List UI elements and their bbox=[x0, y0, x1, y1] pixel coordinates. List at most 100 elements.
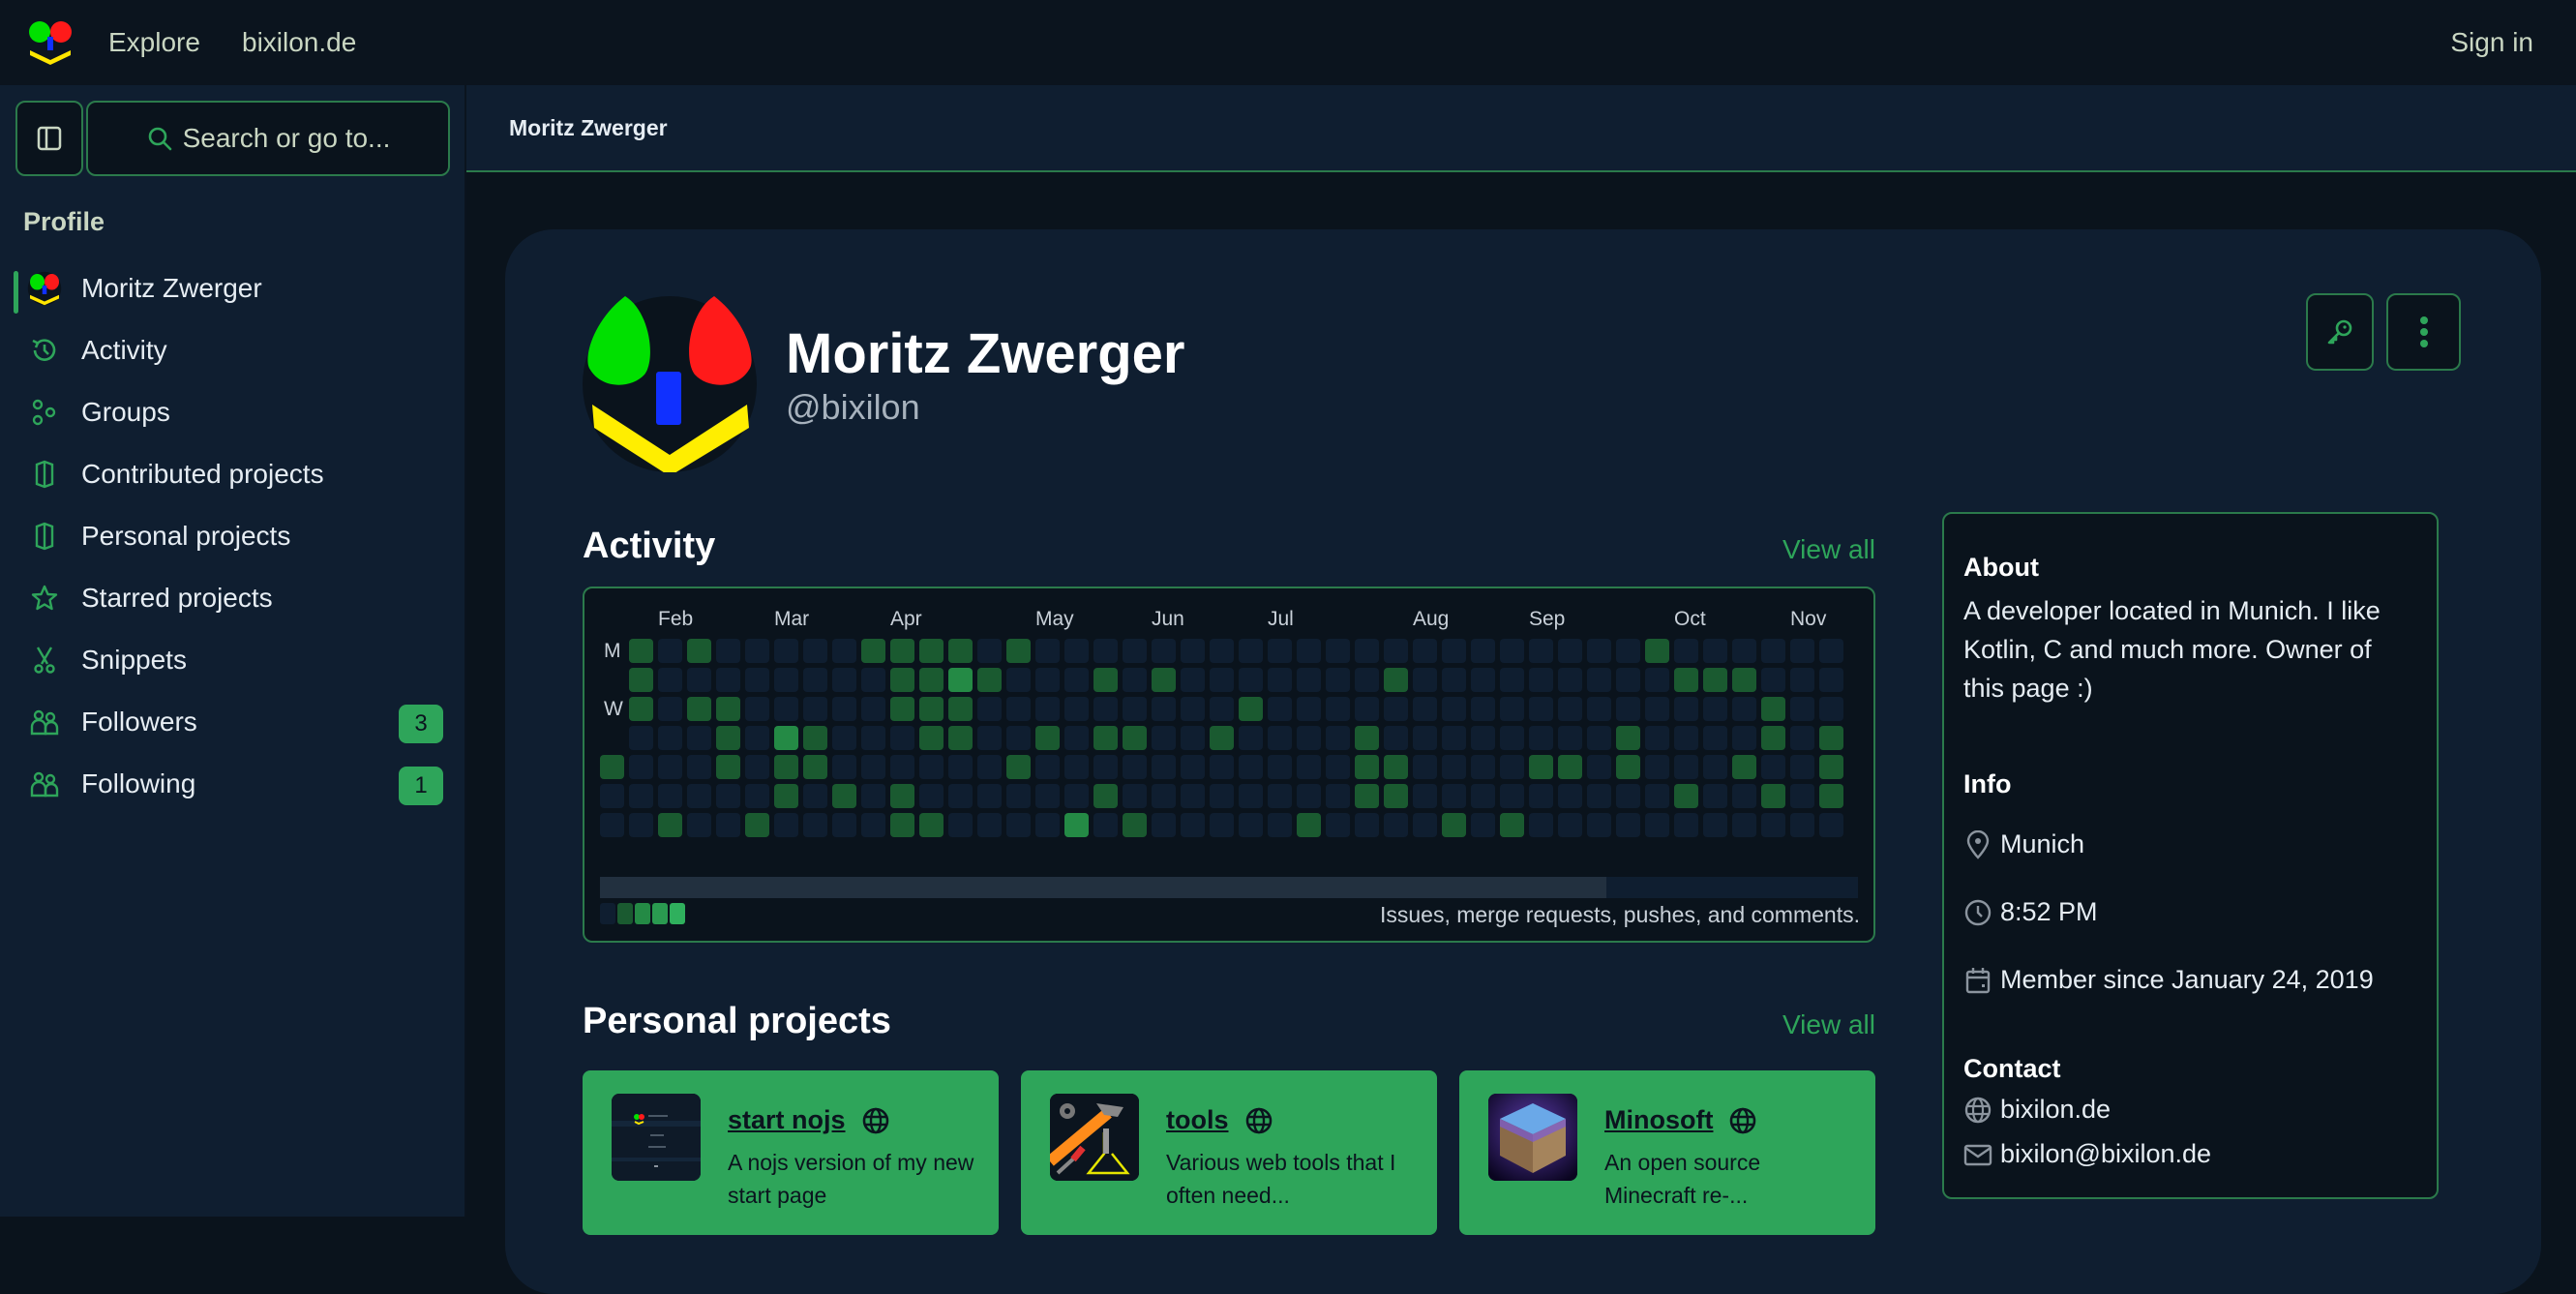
heatmap-cell[interactable] bbox=[1674, 813, 1698, 837]
project-title[interactable]: start nojs bbox=[728, 1105, 890, 1135]
heatmap-cell[interactable] bbox=[1703, 755, 1727, 779]
heatmap-cell[interactable] bbox=[977, 697, 1002, 721]
heatmap-cell[interactable] bbox=[1268, 697, 1292, 721]
heatmap-cell[interactable] bbox=[1732, 784, 1756, 808]
project-card[interactable]: start nojs A nojs version of my new star… bbox=[583, 1070, 999, 1235]
activity-view-all-link[interactable]: View all bbox=[1782, 534, 1875, 565]
heatmap-cell[interactable] bbox=[861, 755, 885, 779]
heatmap-cell[interactable] bbox=[1355, 639, 1379, 663]
heatmap-cell[interactable] bbox=[1297, 668, 1321, 692]
heatmap-cell[interactable] bbox=[1413, 813, 1437, 837]
heatmap-cell[interactable] bbox=[629, 668, 653, 692]
heatmap-cell[interactable] bbox=[1529, 784, 1553, 808]
nav-explore-link[interactable]: Explore bbox=[108, 0, 200, 85]
heatmap-cell[interactable] bbox=[977, 784, 1002, 808]
heatmap-cell[interactable] bbox=[687, 813, 711, 837]
more-actions-button[interactable] bbox=[2386, 293, 2461, 371]
heatmap-cell[interactable] bbox=[1384, 726, 1408, 750]
heatmap-cell[interactable] bbox=[1181, 726, 1205, 750]
heatmap-cell[interactable] bbox=[1384, 697, 1408, 721]
heatmap-cell[interactable] bbox=[1645, 668, 1669, 692]
heatmap-cell[interactable] bbox=[1413, 784, 1437, 808]
heatmap-cell[interactable] bbox=[890, 697, 914, 721]
heatmap-cell[interactable] bbox=[1123, 668, 1147, 692]
heatmap-scrollbar[interactable] bbox=[600, 877, 1858, 898]
heatmap-cell[interactable] bbox=[1006, 697, 1031, 721]
heatmap-cell[interactable] bbox=[1703, 697, 1727, 721]
website-link[interactable]: bixilon.de bbox=[2000, 1095, 2111, 1125]
heatmap-cell[interactable] bbox=[1181, 697, 1205, 721]
heatmap-cell[interactable] bbox=[1616, 726, 1640, 750]
heatmap-cell[interactable] bbox=[832, 697, 856, 721]
heatmap-cell[interactable] bbox=[1239, 755, 1263, 779]
heatmap-cell[interactable] bbox=[803, 784, 827, 808]
heatmap-cell[interactable] bbox=[1761, 639, 1785, 663]
heatmap-cell[interactable] bbox=[1355, 755, 1379, 779]
heatmap-cell[interactable] bbox=[1645, 639, 1669, 663]
heatmap-cell[interactable] bbox=[1152, 697, 1176, 721]
heatmap-cell[interactable] bbox=[1587, 697, 1611, 721]
heatmap-cell[interactable] bbox=[658, 639, 682, 663]
heatmap-cell[interactable] bbox=[1181, 813, 1205, 837]
heatmap-cell[interactable] bbox=[1471, 697, 1495, 721]
heatmap-cell[interactable] bbox=[1471, 639, 1495, 663]
heatmap-cell[interactable] bbox=[1529, 755, 1553, 779]
heatmap-cell[interactable] bbox=[687, 784, 711, 808]
heatmap-cell[interactable] bbox=[1006, 668, 1031, 692]
heatmap-cell[interactable] bbox=[716, 784, 740, 808]
heatmap-cell[interactable] bbox=[1674, 784, 1698, 808]
heatmap-cell[interactable] bbox=[1152, 726, 1176, 750]
heatmap-cell[interactable] bbox=[890, 755, 914, 779]
heatmap-cell[interactable] bbox=[1674, 755, 1698, 779]
heatmap-cell[interactable] bbox=[832, 784, 856, 808]
heatmap-cell[interactable] bbox=[861, 639, 885, 663]
heatmap-cell[interactable] bbox=[803, 755, 827, 779]
heatmap-cell[interactable] bbox=[1558, 697, 1582, 721]
heatmap-cell[interactable] bbox=[1703, 813, 1727, 837]
heatmap-cell[interactable] bbox=[1819, 784, 1843, 808]
heatmap-cell[interactable] bbox=[1442, 668, 1466, 692]
heatmap-cell[interactable] bbox=[1268, 813, 1292, 837]
heatmap-cell[interactable] bbox=[1587, 726, 1611, 750]
heatmap-cell[interactable] bbox=[1093, 813, 1118, 837]
heatmap-cell[interactable] bbox=[1587, 813, 1611, 837]
heatmap-cell[interactable] bbox=[716, 755, 740, 779]
heatmap-cell[interactable] bbox=[629, 726, 653, 750]
heatmap-cell[interactable] bbox=[1035, 784, 1060, 808]
heatmap-cell[interactable] bbox=[1761, 697, 1785, 721]
heatmap-cell[interactable] bbox=[890, 668, 914, 692]
heatmap-cell[interactable] bbox=[1732, 697, 1756, 721]
heatmap-cell[interactable] bbox=[1239, 813, 1263, 837]
heatmap-cell[interactable] bbox=[1500, 726, 1524, 750]
heatmap-cell[interactable] bbox=[1500, 639, 1524, 663]
heatmap-cell[interactable] bbox=[1006, 639, 1031, 663]
heatmap-cell[interactable] bbox=[687, 726, 711, 750]
heatmap-cell[interactable] bbox=[1732, 813, 1756, 837]
heatmap-cell[interactable] bbox=[745, 639, 769, 663]
heatmap-cell[interactable] bbox=[1355, 668, 1379, 692]
heatmap-cell[interactable] bbox=[977, 726, 1002, 750]
heatmap-cell[interactable] bbox=[1035, 813, 1060, 837]
email-link[interactable]: bixilon@bixilon.de bbox=[2000, 1139, 2211, 1169]
project-card[interactable]: tools Various web tools that I often nee… bbox=[1021, 1070, 1437, 1235]
heatmap-cell[interactable] bbox=[1035, 668, 1060, 692]
heatmap-cell[interactable] bbox=[1384, 668, 1408, 692]
heatmap-cell[interactable] bbox=[1616, 755, 1640, 779]
heatmap-cell[interactable] bbox=[1035, 697, 1060, 721]
heatmap-cell[interactable] bbox=[1413, 697, 1437, 721]
heatmap-cell[interactable] bbox=[1181, 668, 1205, 692]
heatmap-cell[interactable] bbox=[1616, 697, 1640, 721]
heatmap-cell[interactable] bbox=[1297, 697, 1321, 721]
project-name[interactable]: start nojs bbox=[728, 1105, 846, 1135]
heatmap-cell[interactable] bbox=[1326, 784, 1350, 808]
heatmap-cell[interactable] bbox=[1442, 639, 1466, 663]
heatmap-cell[interactable] bbox=[1355, 726, 1379, 750]
heatmap-cell[interactable] bbox=[1529, 668, 1553, 692]
heatmap-cell[interactable] bbox=[687, 697, 711, 721]
heatmap-cell[interactable] bbox=[1529, 813, 1553, 837]
heatmap-cell[interactable] bbox=[1732, 726, 1756, 750]
heatmap-cell[interactable] bbox=[1819, 697, 1843, 721]
heatmap-cell[interactable] bbox=[861, 784, 885, 808]
heatmap-cell[interactable] bbox=[919, 726, 944, 750]
heatmap-cell[interactable] bbox=[658, 697, 682, 721]
